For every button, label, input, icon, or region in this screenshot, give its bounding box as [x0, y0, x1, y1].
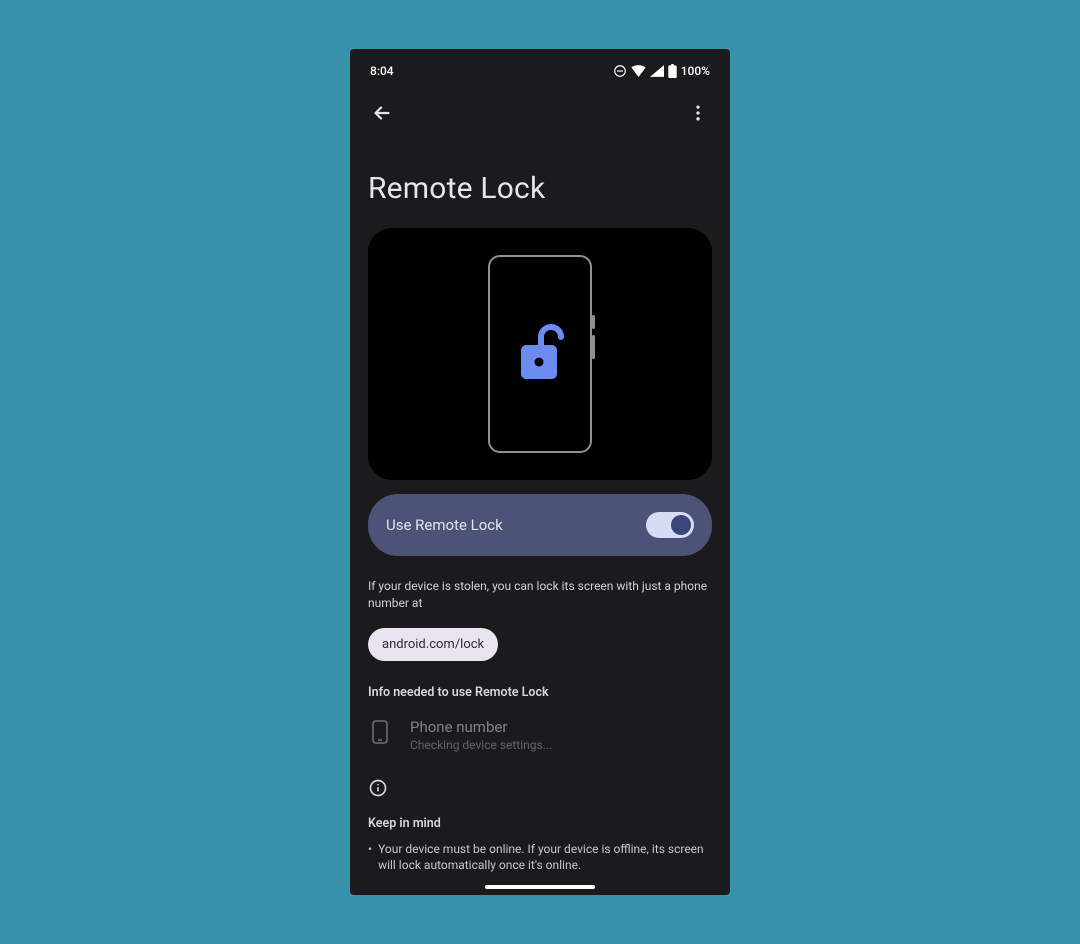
toggle-label: Use Remote Lock [386, 516, 503, 534]
toggle-switch[interactable] [646, 512, 694, 538]
illustration-side-button [592, 315, 595, 329]
info-icon [368, 778, 712, 802]
signal-icon [650, 65, 664, 77]
page-title: Remote Lock [368, 171, 712, 206]
back-button[interactable] [364, 95, 400, 131]
status-bar: 8:04 100% [350, 57, 730, 85]
phone-number-title: Phone number [410, 718, 552, 736]
bullet-dot: • [368, 841, 372, 875]
illustration-side-button [592, 335, 595, 359]
phone-number-row: Phone number Checking device settings... [368, 718, 712, 752]
phone-icon [368, 720, 392, 744]
phone-frame: 8:04 100% Remote Lock [350, 49, 730, 895]
illustration-card [368, 228, 712, 480]
use-remote-lock-toggle-row[interactable]: Use Remote Lock [368, 494, 712, 556]
unlock-icon [511, 321, 569, 387]
nav-handle[interactable] [485, 885, 595, 889]
illustration-phone-outline [488, 255, 592, 453]
overflow-menu-button[interactable] [680, 95, 716, 131]
battery-icon [668, 64, 677, 78]
keep-in-mind-bullet: • Your device must be online. If your de… [368, 841, 712, 875]
keep-in-mind-heading: Keep in mind [368, 816, 712, 831]
dnd-icon [613, 64, 627, 78]
content: Remote Lock Use Remote Lock [350, 137, 730, 895]
status-icons: 100% [613, 64, 710, 78]
description-text: If your device is stolen, you can lock i… [368, 578, 712, 612]
toggle-thumb [671, 515, 691, 535]
battery-percent: 100% [681, 64, 710, 78]
lock-url-chip[interactable]: android.com/lock [368, 628, 498, 661]
phone-number-text-block: Phone number Checking device settings... [410, 718, 552, 752]
info-section-heading: Info needed to use Remote Lock [368, 685, 712, 700]
bullet-text: Your device must be online. If your devi… [378, 841, 712, 875]
status-time: 8:04 [370, 64, 394, 78]
wifi-icon [631, 65, 646, 77]
app-bar [350, 89, 730, 137]
phone-number-subtitle: Checking device settings... [410, 738, 552, 752]
